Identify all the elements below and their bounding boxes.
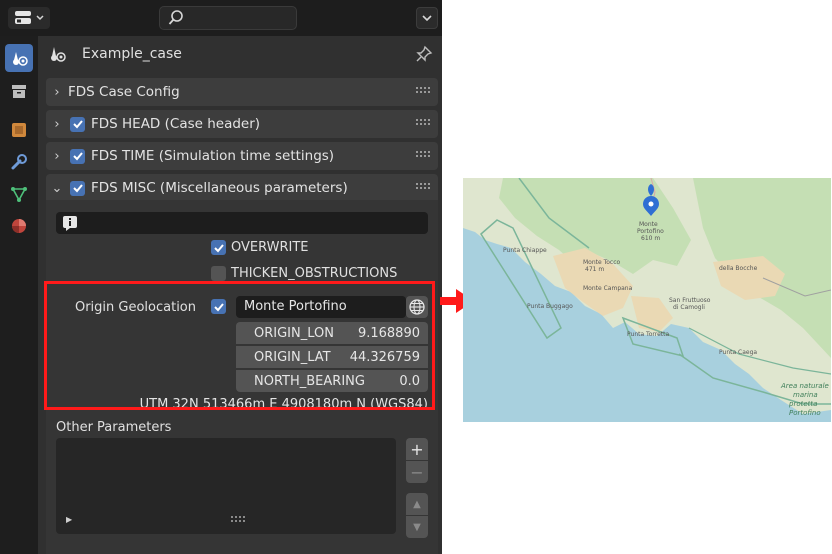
overwrite-checkbox[interactable]: OVERWRITE [211,240,309,255]
tab-world[interactable] [5,77,33,105]
other-parameters-list[interactable]: ▶ [56,438,396,534]
search-icon [168,10,183,25]
search-input[interactable] [159,6,297,30]
material-icon [12,219,26,233]
options-dropdown-button[interactable] [416,7,438,29]
tab-modifiers[interactable] [5,148,33,176]
chevron-down-icon: ⌄ [51,180,63,196]
map-label-area-1: Area naturale [780,382,829,390]
drag-grip-icon[interactable] [416,118,430,128]
checkbox-box[interactable] [211,266,226,281]
context-row: Example_case [48,42,438,66]
scene-icon [51,47,66,62]
wrench-icon [11,154,27,170]
map-label-monte-alt: 610 m [641,235,660,242]
panel-misc-checkbox[interactable] [70,180,85,196]
checkmark-icon [72,184,83,193]
checkmark-icon [213,243,224,252]
scene-icon [13,52,28,66]
panel-time-checkbox[interactable] [70,148,85,164]
context-name: Example_case [82,46,182,62]
tab-object[interactable] [5,116,33,144]
remove-item-button[interactable]: − [406,461,428,483]
expand-triangle-icon[interactable]: ▶ [66,515,72,524]
panel-header-case-config[interactable]: › FDS Case Config [46,78,438,106]
map-label-monte-campana: Monte Campana [583,285,633,292]
chevron-right-icon: › [54,148,60,164]
panel-head-checkbox[interactable] [70,116,85,132]
checkmark-icon [72,152,83,161]
editor-type-icon [15,11,44,24]
pin-icon[interactable] [414,44,434,64]
panel-header-misc[interactable]: ⌄ FDS MISC (Miscellaneous parameters) [46,174,438,202]
map-label-monte-tocco: Monte Tocco [583,259,621,266]
map-label-di-camogli: di Camogli [673,304,705,311]
panel-header-head[interactable]: › FDS HEAD (Case header) [46,110,438,138]
add-item-button[interactable]: + [406,438,428,460]
chevron-right-icon: › [54,116,60,132]
map-label-area-3: protetta [788,400,817,408]
panel-title: FDS MISC (Miscellaneous parameters) [91,180,348,196]
drag-grip-icon[interactable] [416,182,430,192]
map-label-monte-tocco-alt: 471 m [585,266,604,273]
info-bar [56,212,428,234]
map-label-chiappe: Punta Chiappe [503,247,547,254]
overwrite-label: OVERWRITE [231,240,309,255]
drag-grip-icon[interactable] [416,86,430,96]
thicken-obstructions-label: THICKEN_OBSTRUCTIONS [231,266,398,281]
map-label-monte-sub: Portofino [637,228,664,235]
checkmark-icon [72,120,83,129]
tab-material[interactable] [5,212,33,240]
map-label-area-2: marina [793,391,818,399]
panel-header-time[interactable]: › FDS TIME (Simulation time settings) [46,142,438,170]
object-icon [12,123,26,137]
info-icon [63,216,77,231]
checkbox-box[interactable] [211,240,226,255]
map-label-monte: Monte [639,221,658,228]
mesh-data-icon [11,187,27,202]
map-label-punta-caega: Punta Caega [719,349,757,356]
resize-grip-icon[interactable] [231,516,245,522]
drag-grip-icon[interactable] [416,150,430,160]
archive-icon [12,85,26,98]
panel-title: FDS Case Config [68,84,180,100]
triangle-up-icon: ▲ [413,498,421,510]
move-up-button[interactable]: ▲ [406,493,428,515]
map-label-area-4: Portofino [789,409,821,417]
tab-scene[interactable] [5,44,33,72]
panel-title: FDS HEAD (Case header) [91,116,261,132]
properties-tab-bar [0,36,38,554]
editor-type-button[interactable] [8,7,50,29]
chevron-down-icon [422,15,432,22]
header-bar [0,0,442,36]
geolocation-highlight-box [44,281,435,410]
properties-panel: Example_case › FDS Case Config › FDS HEA… [0,0,442,554]
map-label-san-fruttuoso: San Fruttuoso [669,297,711,304]
panel-title: FDS TIME (Simulation time settings) [91,148,335,164]
chevron-right-icon: › [54,84,60,100]
map-label-della-bocche: della Bocche [719,265,758,272]
map-label-punta-bussago: Punta Buggago [527,303,573,310]
move-down-button[interactable]: ▼ [406,516,428,538]
triangle-down-icon: ▼ [413,521,421,533]
map-image: Monte Portofino 610 m Punta Chiappe Mont… [463,178,831,422]
thicken-obstructions-checkbox[interactable]: THICKEN_OBSTRUCTIONS [211,266,397,281]
other-parameters-label: Other Parameters [56,420,172,435]
map-label-punta-torretta: Punta Torretta [627,331,669,338]
tab-data[interactable] [5,180,33,208]
map-view: Monte Portofino 610 m Punta Chiappe Mont… [463,178,831,422]
